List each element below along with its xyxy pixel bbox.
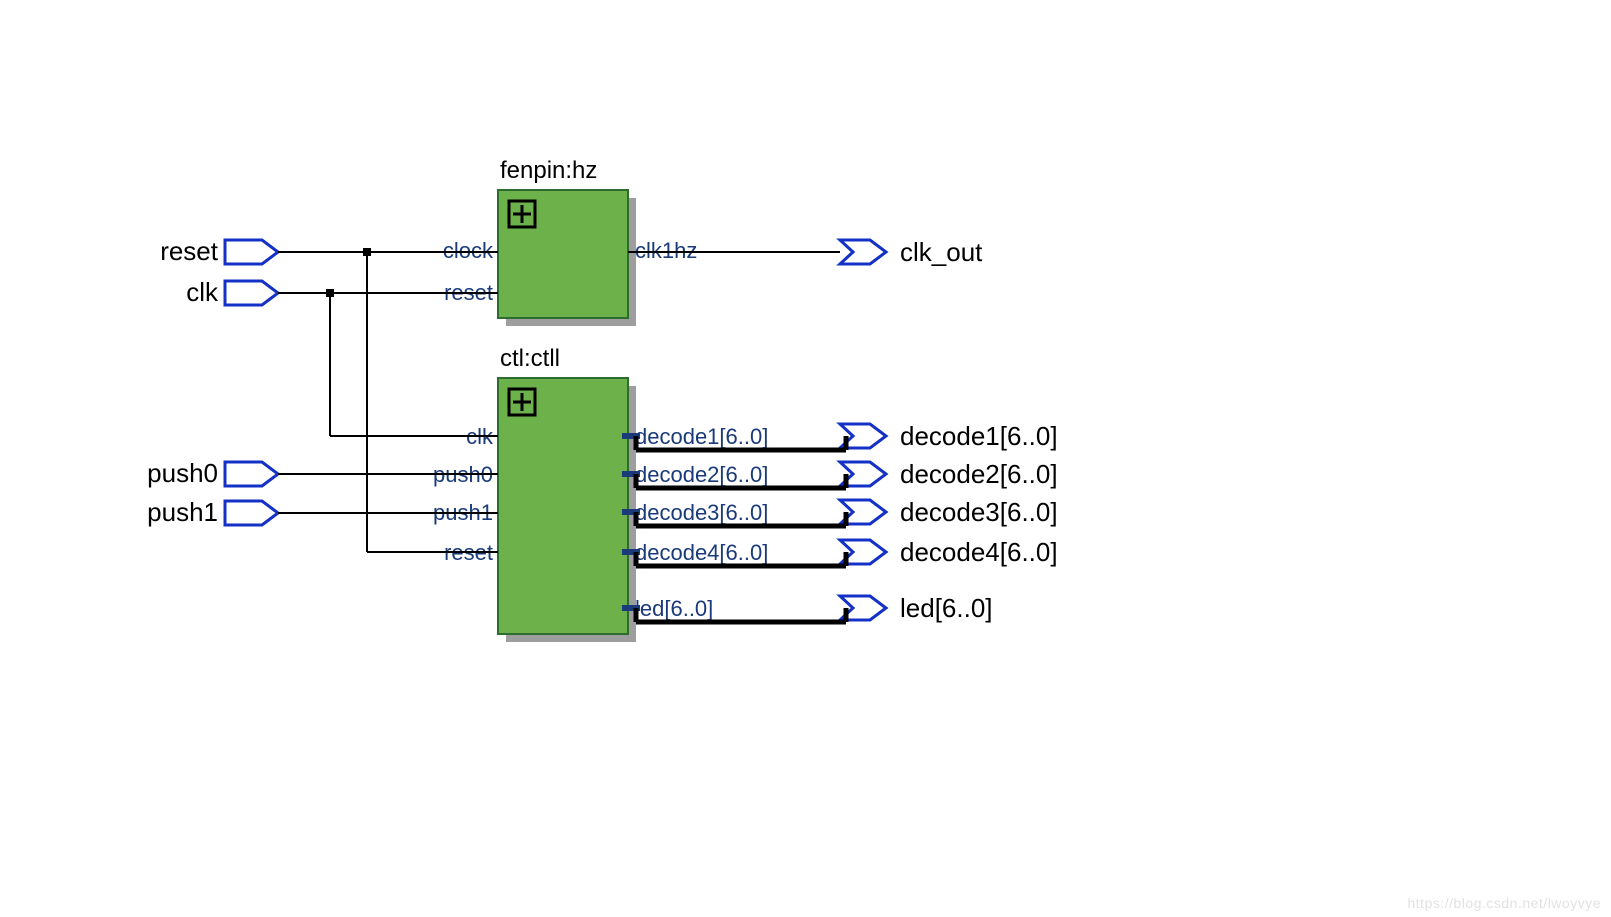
input-label-clk: clk [186, 277, 219, 307]
input-label-reset: reset [160, 236, 219, 266]
output-label-decode4: decode4[6..0] [900, 537, 1058, 567]
input-pin-reset[interactable] [225, 240, 278, 264]
output-label-decode3: decode3[6..0] [900, 497, 1058, 527]
input-label-push1: push1 [147, 497, 218, 527]
input-pin-push0[interactable] [225, 462, 278, 486]
port-label-decode3: decode3[6..0] [635, 500, 768, 525]
block-fenpin-title: fenpin:hz [500, 157, 597, 184]
output-pin-clkout[interactable] [840, 240, 886, 264]
junction-dot [326, 289, 334, 297]
output-label-clkout: clk_out [900, 237, 983, 267]
port-label-decode2: decode2[6..0] [635, 462, 768, 487]
input-pin-clk[interactable] [225, 281, 278, 305]
port-label-led: led[6..0] [635, 596, 713, 621]
output-label-led: led[6..0] [900, 593, 993, 623]
port-label-clock: clock [443, 238, 494, 263]
output-label-decode2: decode2[6..0] [900, 459, 1058, 489]
port-label-decode4: decode4[6..0] [635, 540, 768, 565]
watermark-text: https://blog.csdn.net/lwoyvye [1408, 895, 1602, 911]
junction-dot [363, 248, 371, 256]
input-pin-push1[interactable] [225, 501, 278, 525]
block-fenpin[interactable] [498, 190, 628, 318]
input-label-push0: push0 [147, 458, 218, 488]
schematic-diagram: fenpin:hz clock reset clk1hz ctl:ctll cl… [0, 0, 1611, 917]
block-ctl-title: ctl:ctll [500, 345, 560, 372]
port-label-decode1: decode1[6..0] [635, 424, 768, 449]
port-label-clk1hz: clk1hz [635, 238, 697, 263]
output-label-decode1: decode1[6..0] [900, 421, 1058, 451]
